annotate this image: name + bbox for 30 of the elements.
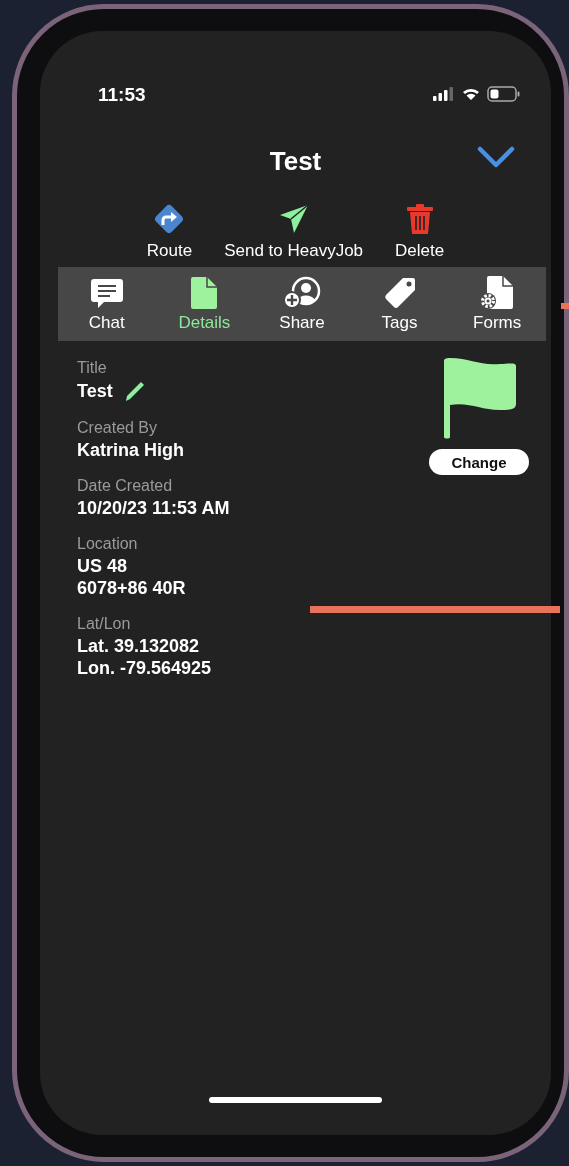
field-value: 6078+86 40R [77, 577, 186, 599]
document-icon [190, 276, 219, 310]
field-value: Lon. -79.564925 [77, 657, 212, 679]
field-label: Date Created [77, 476, 173, 496]
change-button[interactable]: Change [429, 449, 529, 475]
route-action-button[interactable]: Route [146, 201, 193, 261]
chevron-down-icon[interactable] [477, 145, 515, 169]
field-value: Lat. 39.132082 [77, 635, 200, 657]
chat-bubble-icon [89, 277, 124, 309]
trash-icon [405, 203, 434, 235]
share-tab[interactable]: Share [253, 267, 351, 341]
field-label: Lat/Lon [77, 614, 131, 634]
field-value: 10/20/23 11:53 AM [77, 497, 230, 519]
delete-action-button[interactable]: Delete [395, 201, 445, 261]
add-person-icon [282, 276, 322, 310]
field-label: Location [77, 534, 138, 554]
details-tab[interactable]: Details [155, 267, 254, 341]
send-action-button[interactable]: Send to HeavyJob [224, 201, 364, 261]
tag-icon [382, 276, 417, 310]
tags-tab[interactable]: Tags [350, 267, 449, 341]
field-value: Katrina High [77, 439, 184, 461]
screen-title: Test [269, 145, 322, 177]
field-value: US 48 [77, 555, 128, 577]
field-label: Created By [77, 418, 158, 438]
field-label: Title [77, 358, 107, 378]
forms-tab[interactable]: Forms [448, 267, 546, 341]
document-gear-icon [479, 275, 516, 311]
field-value: Test [77, 380, 113, 402]
status-time: 11:53 [98, 84, 146, 106]
chat-tab[interactable]: Chat [58, 267, 156, 341]
